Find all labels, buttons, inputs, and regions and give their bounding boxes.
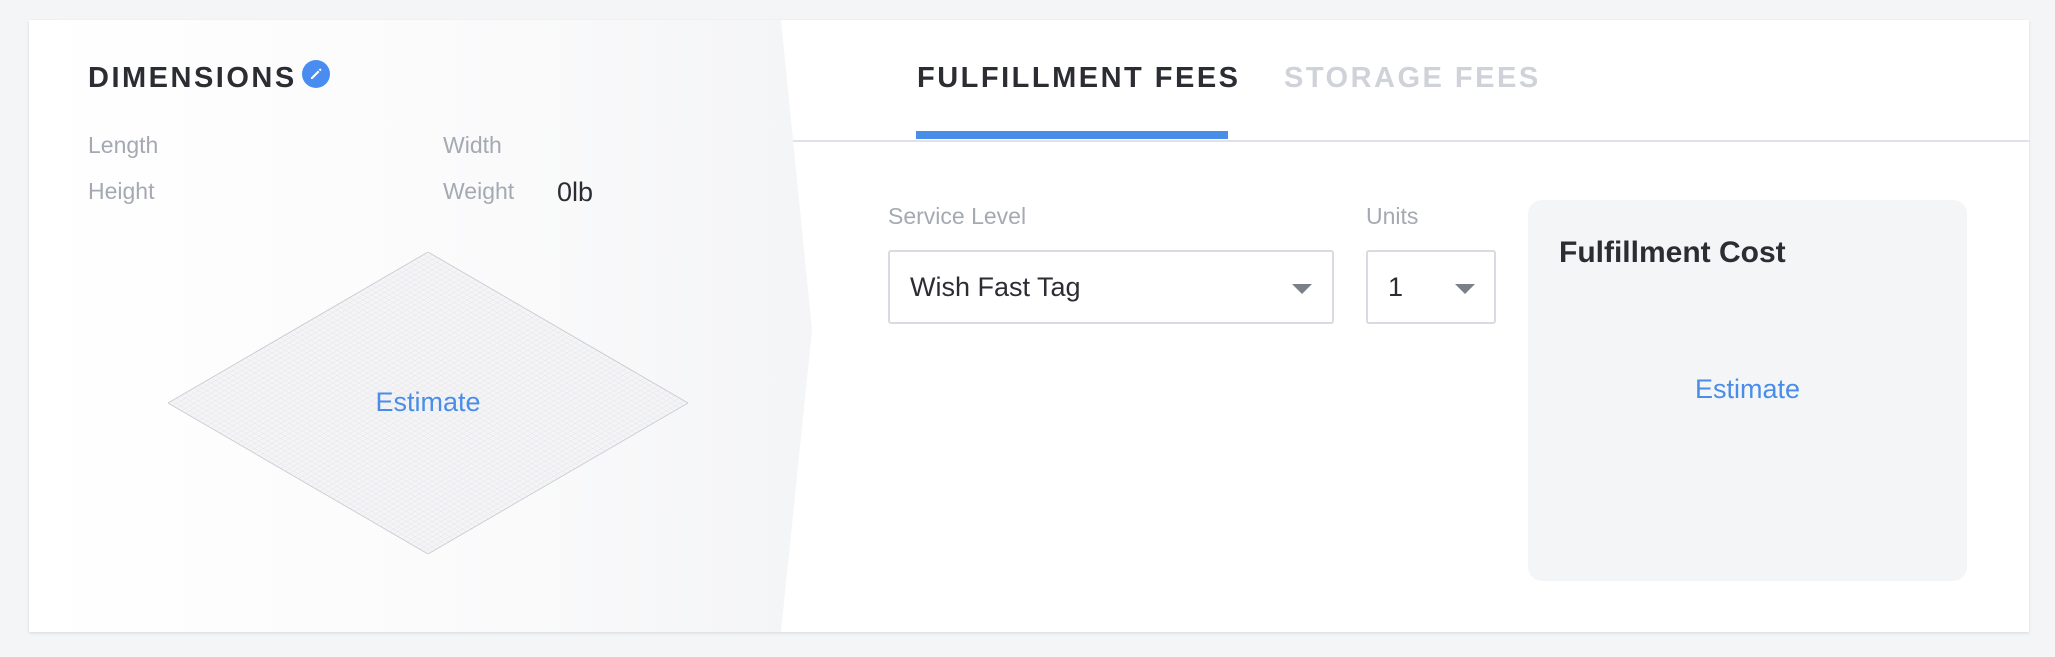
weight-label: Weight — [443, 178, 515, 204]
dimensions-panel: DIMENSIONS Length Width Height Weight 0l… — [29, 20, 812, 632]
active-tab-indicator — [916, 131, 1228, 139]
tab-storage-fees[interactable]: STORAGE FEES — [1284, 62, 1541, 95]
fulfillment-cost-title: Fulfillment Cost — [1559, 236, 1786, 269]
fulfillment-cost-panel: Fulfillment Cost Estimate — [1528, 200, 1967, 581]
tab-fulfillment-fees[interactable]: FULFILLMENT FEES — [917, 62, 1241, 95]
dimensions-title: DIMENSIONS — [88, 62, 297, 94]
chevron-down-icon — [1292, 284, 1312, 294]
chevron-down-icon — [1455, 284, 1475, 294]
units-select[interactable]: 1 — [1366, 250, 1496, 324]
pencil-icon[interactable] — [302, 60, 330, 88]
length-label: Length — [88, 132, 159, 158]
fee-tabs: FULFILLMENT FEES STORAGE FEES — [793, 20, 2029, 142]
service-level-value: Wish Fast Tag — [910, 271, 1081, 302]
weight-value: 0lb — [557, 177, 594, 207]
service-level-label: Service Level — [888, 203, 1027, 229]
fee-calculator-card: DIMENSIONS Length Width Height Weight 0l… — [29, 20, 2029, 632]
cost-estimate-link[interactable]: Estimate — [1695, 374, 1800, 404]
dimensions-estimate-link[interactable]: Estimate — [375, 387, 480, 417]
pencil-glyph — [311, 68, 322, 79]
units-value: 1 — [1388, 271, 1404, 302]
package-grid: Estimate — [167, 251, 689, 555]
units-label: Units — [1366, 203, 1419, 229]
cost-estimate-wrap: Estimate — [1528, 374, 1967, 405]
height-label: Height — [88, 178, 155, 204]
dimensions-estimate-wrap: Estimate — [168, 387, 688, 418]
width-label: Width — [443, 132, 502, 158]
service-level-select[interactable]: Wish Fast Tag — [888, 250, 1334, 324]
